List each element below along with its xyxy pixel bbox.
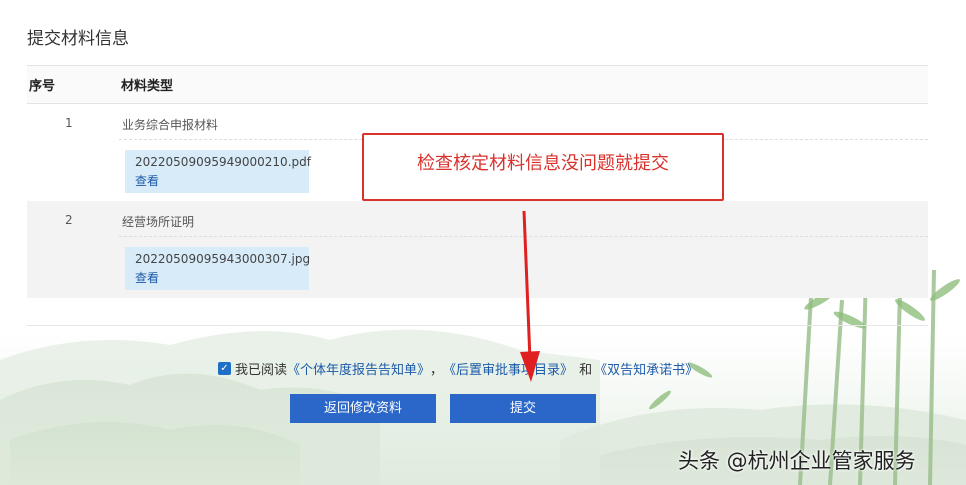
commitment-link[interactable]: 《双告知承诺书》	[594, 359, 698, 378]
section-title: 提交材料信息	[27, 29, 129, 49]
approval-list-link[interactable]: 《后置审批事项目录》	[443, 359, 573, 378]
notice-link[interactable]: 《个体年度报告告知单》	[287, 359, 430, 378]
table-row: 2 经营场所证明 20220509095943000307.jpg 查看	[27, 201, 928, 298]
view-file-link[interactable]: 查看	[135, 269, 309, 286]
view-file-link[interactable]: 查看	[135, 172, 309, 189]
separator-text: ，	[430, 363, 444, 378]
annotation-callout: 检查核定材料信息没问题就提交	[362, 133, 724, 201]
file-name: 20220509095949000210.pdf	[135, 155, 311, 169]
agreement-row: ✓ 我已阅读 《个体年度报告告知单》 ， 《后置审批事项目录》 和 《双告知承诺…	[218, 359, 698, 378]
watermark-text: 头条 @杭州企业管家服务	[678, 449, 916, 473]
row-divider	[119, 236, 928, 237]
submit-button[interactable]: 提交	[450, 394, 596, 423]
agree-prefix: 我已阅读	[235, 363, 288, 378]
file-attachment: 20220509095949000210.pdf 查看	[125, 150, 311, 193]
material-type: 经营场所证明	[122, 215, 195, 229]
section-divider	[27, 325, 928, 326]
file-name: 20220509095943000307.jpg	[135, 252, 311, 266]
header-type: 材料类型	[121, 79, 174, 94]
table-header: 序号 材料类型	[27, 65, 928, 104]
header-no: 序号	[29, 79, 56, 94]
file-attachment: 20220509095943000307.jpg 查看	[125, 247, 311, 290]
row-number: 1	[65, 116, 73, 130]
back-edit-button[interactable]: 返回修改资料	[290, 394, 436, 423]
and-text: 和	[579, 363, 593, 378]
agree-checkbox[interactable]: ✓	[218, 362, 231, 375]
row-number: 2	[65, 213, 73, 227]
material-type: 业务综合申报材料	[122, 118, 219, 132]
